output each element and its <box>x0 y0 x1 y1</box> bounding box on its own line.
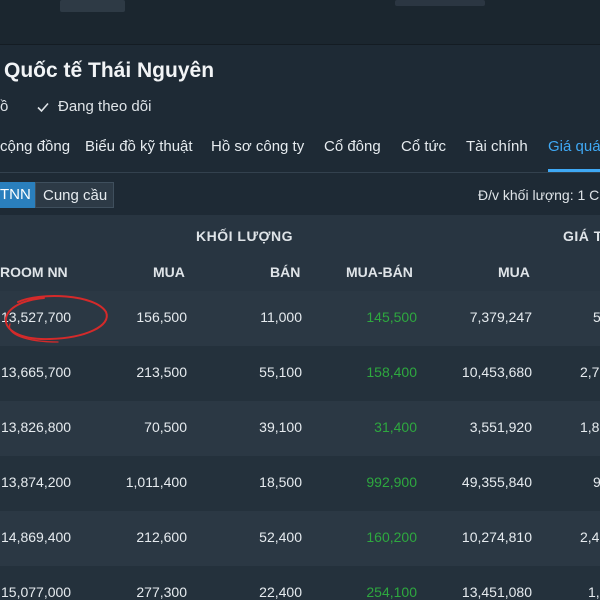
cell-room: 13,826,800 <box>1 419 72 435</box>
follow-toggle[interactable]: Đang theo dõi <box>36 98 151 115</box>
follow-label: Đang theo dõi <box>58 98 152 115</box>
cell-sell-volume: 39,100 <box>259 419 302 435</box>
cell-buy-value: 13,451,080 <box>461 584 532 600</box>
cell-net-volume: 158,400 <box>366 364 417 380</box>
cell-buy-volume: 212,600 <box>136 529 187 545</box>
cell-net-volume: 992,900 <box>366 474 417 490</box>
cell-buy-value: 7,379,247 <box>469 309 532 325</box>
cell-truncated: 2,4 <box>580 529 600 545</box>
top-bar-item[interactable] <box>395 0 485 6</box>
segment-supply-demand-button[interactable]: Cung cầu <box>35 182 114 208</box>
header-left-fragment[interactable]: ồ <box>0 98 8 115</box>
column-header-net-volume[interactable]: MUA-BÁN <box>346 264 413 280</box>
cell-room: 13,874,200 <box>1 474 72 490</box>
top-bar-item[interactable] <box>60 0 125 12</box>
cell-buy-value: 10,274,810 <box>461 529 532 545</box>
tab-bar: cộng đồng Biểu đồ kỹ thuật Hồ sơ công ty… <box>0 126 600 173</box>
cell-room: 13,527,700 <box>1 309 72 325</box>
cell-truncated: 5 <box>593 309 600 325</box>
table-row[interactable]: 14,869,400 212,600 52,400 160,200 10,274… <box>0 511 600 566</box>
tab-dividends[interactable]: Cổ tức <box>401 138 446 155</box>
cell-sell-volume: 22,400 <box>259 584 302 600</box>
active-tab-indicator <box>548 169 600 172</box>
cell-truncated: 1,8 <box>580 419 600 435</box>
tab-price-history[interactable]: Giá quá <box>548 138 600 155</box>
column-header-room[interactable]: ROOM NN <box>0 264 68 280</box>
group-header-volume: KHỐI LƯỢNG <box>196 228 293 244</box>
cell-net-volume: 160,200 <box>366 529 417 545</box>
top-bar <box>0 0 600 45</box>
column-header-buy-volume[interactable]: MUA <box>153 264 185 280</box>
segment-tnn-button[interactable]: TNN <box>0 182 35 208</box>
table-row[interactable]: 15,077,000 277,300 22,400 254,100 13,451… <box>0 566 600 600</box>
cell-room: 15,077,000 <box>1 584 72 600</box>
cell-sell-volume: 11,000 <box>260 309 302 325</box>
page-title: Quốc tế Thái Nguyên <box>4 59 215 82</box>
tab-shareholders[interactable]: Cổ đông <box>324 138 381 155</box>
group-header-value: GIÁ T <box>563 228 600 244</box>
foreign-trading-table: KHỐI LƯỢNG GIÁ T ROOM NN MUA BÁN MUA-BÁN… <box>0 215 600 600</box>
cell-net-volume: 31,400 <box>374 419 417 435</box>
tab-technical-chart[interactable]: Biểu đồ kỹ thuật <box>85 138 193 155</box>
cell-sell-volume: 55,100 <box>259 364 302 380</box>
tab-company-profile[interactable]: Hồ sơ công ty <box>211 138 304 155</box>
table-row[interactable]: 13,665,700 213,500 55,100 158,400 10,453… <box>0 346 600 401</box>
column-header-buy-value[interactable]: MUA <box>498 264 530 280</box>
cell-buy-value: 49,355,840 <box>461 474 532 490</box>
tab-finance[interactable]: Tài chính <box>466 138 528 155</box>
volume-unit-label: Đ/v khối lượng: 1 C <box>478 187 600 203</box>
cell-buy-volume: 70,500 <box>144 419 187 435</box>
table-row[interactable]: 13,527,700 156,500 11,000 145,500 7,379,… <box>0 291 600 346</box>
cell-buy-volume: 277,300 <box>136 584 187 600</box>
table-header: KHỐI LƯỢNG GIÁ T ROOM NN MUA BÁN MUA-BÁN… <box>0 215 600 291</box>
cell-sell-volume: 52,400 <box>259 529 302 545</box>
cell-room: 14,869,400 <box>1 529 72 545</box>
check-icon <box>37 102 49 112</box>
table-row[interactable]: 13,874,200 1,011,400 18,500 992,900 49,3… <box>0 456 600 511</box>
column-header-sell-volume[interactable]: BÁN <box>270 264 300 280</box>
cell-room: 13,665,700 <box>1 364 72 380</box>
cell-buy-value: 3,551,920 <box>469 419 532 435</box>
cell-truncated: 2,7 <box>580 364 600 380</box>
cell-buy-value: 10,453,680 <box>461 364 532 380</box>
cell-buy-volume: 213,500 <box>136 364 187 380</box>
cell-net-volume: 254,100 <box>366 584 417 600</box>
cell-truncated: 1, <box>588 584 600 600</box>
tab-community[interactable]: cộng đồng <box>0 138 70 155</box>
cell-sell-volume: 18,500 <box>259 474 302 490</box>
table-row[interactable]: 13,826,800 70,500 39,100 31,400 3,551,92… <box>0 401 600 456</box>
divider <box>0 44 600 45</box>
cell-buy-volume: 1,011,400 <box>125 474 187 490</box>
app-root: Quốc tế Thái Nguyên ồ Đang theo dõi cộng… <box>0 0 600 600</box>
cell-truncated: 9 <box>593 474 600 490</box>
cell-net-volume: 145,500 <box>366 309 417 325</box>
cell-buy-volume: 156,500 <box>136 309 187 325</box>
